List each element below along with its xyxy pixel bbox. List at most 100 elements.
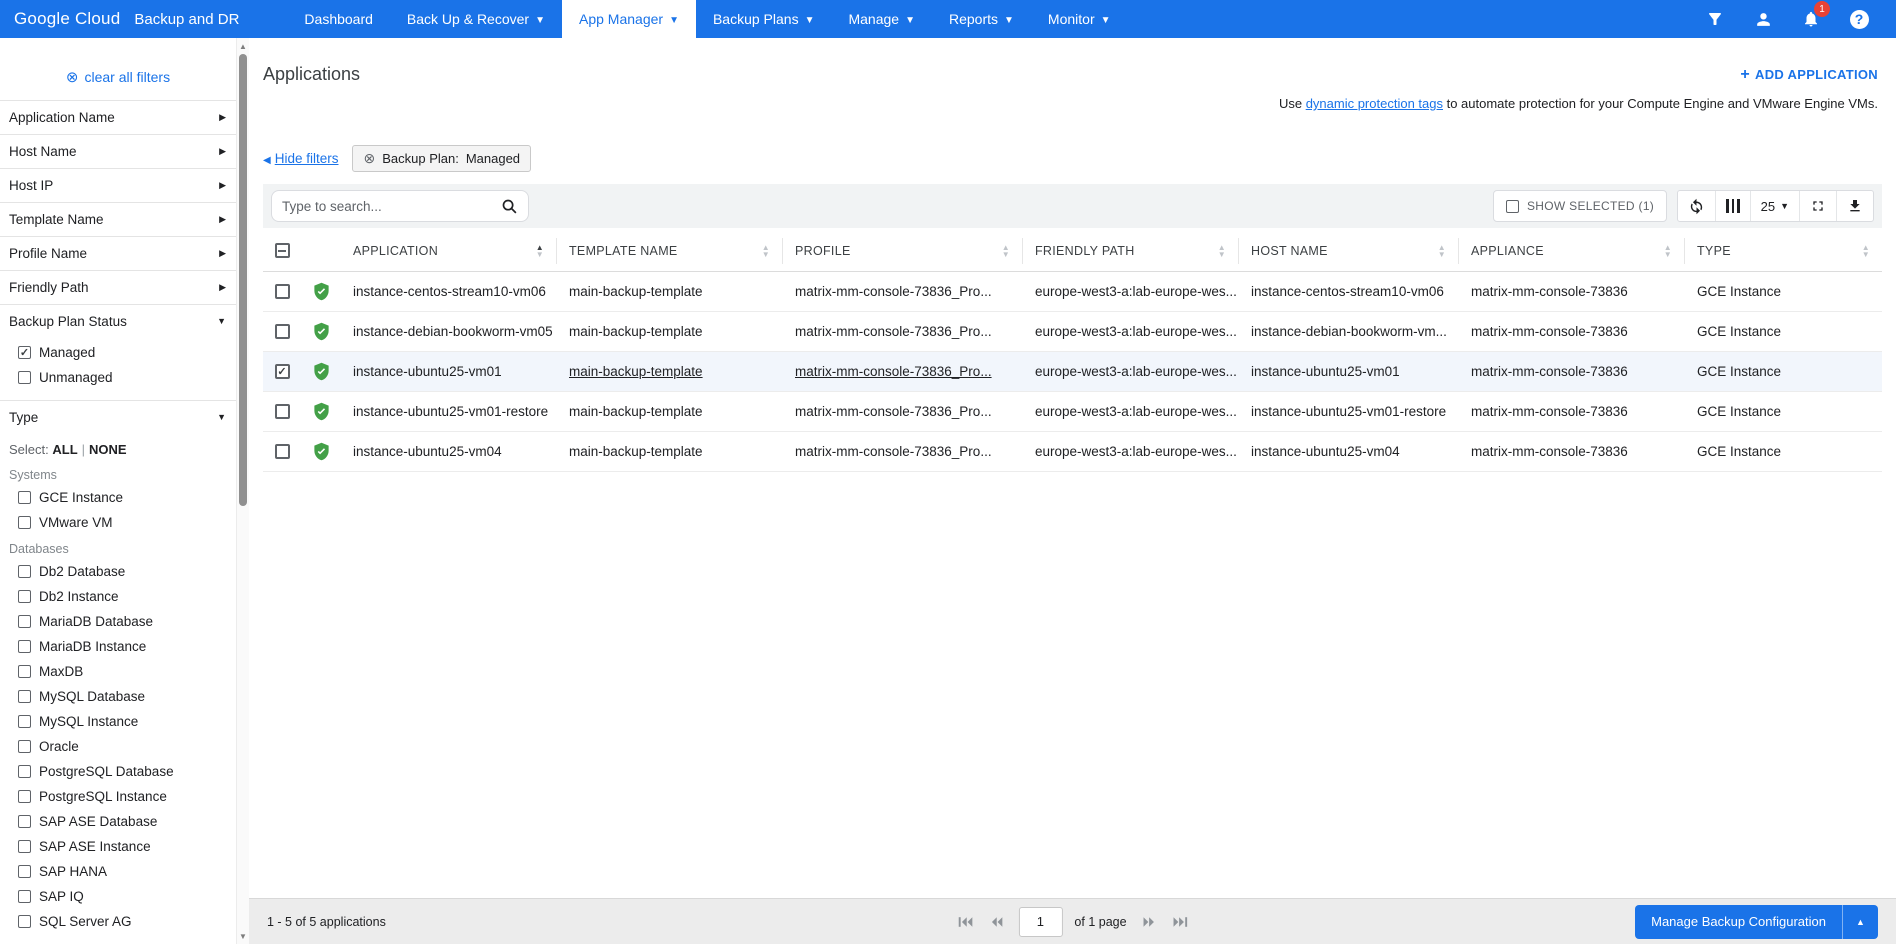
sort-icons[interactable]: ▲▼ [752,244,770,258]
checkbox-sql-server-ag[interactable]: SQL Server AG [0,909,236,934]
show-selected-button[interactable]: SHOW SELECTED (1) [1493,190,1667,222]
sort-icons[interactable]: ▲▼ [1852,244,1870,258]
sidebar-filter-host-ip[interactable]: Host IP [0,168,236,202]
first-page-icon[interactable] [954,911,976,933]
table-row[interactable]: instance-centos-stream10-vm06 main-backu… [263,272,1882,312]
sidebar-filter-host-name[interactable]: Host Name [0,134,236,168]
checkbox-mariadb-database[interactable]: MariaDB Database [0,609,236,634]
column-header-friendly-path[interactable]: FRIENDLY PATH▲▼ [1023,238,1239,264]
sidebar-filter-friendly-path[interactable]: Friendly Path [0,270,236,304]
unmanaged-checkbox[interactable] [18,371,31,384]
sort-icons[interactable]: ▲▼ [526,244,544,258]
nav-item-reports[interactable]: Reports [932,0,1031,38]
next-page-icon[interactable] [1139,911,1161,933]
add-application-button[interactable]: +ADD APPLICATION [1740,66,1878,84]
table-row[interactable]: instance-ubuntu25-vm01-restore main-back… [263,392,1882,432]
checkbox-sap-hana[interactable]: SAP HANA [0,859,236,884]
row-checkbox[interactable] [275,364,290,379]
notifications-icon[interactable]: 1 [1800,8,1822,30]
checkbox-sap-iq[interactable]: SAP IQ [0,884,236,909]
column-header-profile[interactable]: PROFILE▲▼ [783,238,1023,264]
sidebar-filter-template-name[interactable]: Template Name [0,202,236,236]
last-page-icon[interactable] [1169,911,1191,933]
checkbox-oracle[interactable]: Oracle [0,734,236,759]
search-input[interactable] [282,199,501,214]
row-checkbox[interactable] [275,324,290,339]
manage-backup-configuration-button[interactable]: Manage Backup Configuration [1635,905,1878,939]
search-icon[interactable] [501,198,518,215]
help-icon[interactable]: ? [1848,8,1870,30]
select-all-link[interactable]: ALL [52,442,77,457]
clear-all-filters-button[interactable]: clear all filters [0,68,236,86]
checkbox-db2-database[interactable]: Db2 Database [0,559,236,584]
profile-link[interactable]: matrix-mm-console-73836_Pro... [795,364,992,379]
nav-item-backup-plans[interactable]: Backup Plans [696,0,832,38]
filter-icon[interactable] [1704,8,1726,30]
search-box[interactable] [271,190,529,222]
checkbox-postgresql-database[interactable]: PostgreSQL Database [0,759,236,784]
checkbox-mysql-database[interactable]: MySQL Database [0,684,236,709]
show-selected-checkbox[interactable] [1506,200,1519,213]
scrollbar-thumb[interactable] [239,54,247,506]
sidebar-filter-application-name[interactable]: Application Name [0,100,236,134]
row-checkbox[interactable] [275,404,290,419]
checkbox-managed[interactable]: Managed [0,340,236,365]
page-number-input[interactable] [1018,907,1062,937]
page-size-select[interactable]: 25 [1750,191,1799,221]
template-cell: main-backup-template [557,404,783,419]
sort-icons[interactable]: ▲▼ [1654,244,1672,258]
user-icon[interactable] [1752,8,1774,30]
checkbox-db2-instance[interactable]: Db2 Instance [0,584,236,609]
table-row[interactable]: instance-ubuntu25-vm04 main-backup-templ… [263,432,1882,472]
download-icon[interactable] [1836,191,1873,221]
scroll-up-arrow[interactable] [237,39,249,53]
column-header-application[interactable]: APPLICATION▲▼ [341,238,557,264]
nav-item-manage[interactable]: Manage [831,0,932,38]
checkbox-maxdb[interactable]: MaxDB [0,659,236,684]
type-group-systems: Systems [0,461,236,485]
checkbox-gce-instance[interactable]: GCE Instance [0,485,236,510]
column-header-template-name[interactable]: TEMPLATE NAME▲▼ [557,238,783,264]
backup-plan-filter-chip[interactable]: Backup Plan: Managed [352,145,531,172]
column-header-appliance[interactable]: APPLIANCE▲▼ [1459,238,1685,264]
columns-icon[interactable] [1715,191,1750,221]
checkbox-unmanaged[interactable]: Unmanaged [0,365,236,390]
checkbox-sap-ase-instance[interactable]: SAP ASE Instance [0,834,236,859]
sort-icons[interactable]: ▲▼ [1428,244,1446,258]
template-link[interactable]: main-backup-template [569,364,703,379]
scroll-down-arrow[interactable] [237,929,249,943]
table-row[interactable]: instance-debian-bookworm-vm05 main-backu… [263,312,1882,352]
select-all-checkbox-cell[interactable] [263,238,301,264]
plus-icon: + [1740,66,1750,83]
row-checkbox[interactable] [275,284,290,299]
table-row[interactable]: instance-ubuntu25-vm01 main-backup-templ… [263,352,1882,392]
sidebar-filter-type[interactable]: Type [0,400,236,434]
nav-item-dashboard[interactable]: Dashboard [287,0,390,38]
column-header-type[interactable]: TYPE▲▼ [1685,238,1882,264]
nav-item-monitor[interactable]: Monitor [1031,0,1128,38]
sidebar-filter-profile-name[interactable]: Profile Name [0,236,236,270]
sort-icons[interactable]: ▲▼ [992,244,1010,258]
nav-item-back-up-recover[interactable]: Back Up & Recover [390,0,562,38]
row-checkbox[interactable] [275,444,290,459]
select-all-checkbox[interactable] [275,243,290,258]
checkbox-postgresql-instance[interactable]: PostgreSQL Instance [0,784,236,809]
fullscreen-icon[interactable] [1799,191,1836,221]
checkbox-sap-ase-database[interactable]: SAP ASE Database [0,809,236,834]
sort-icons[interactable]: ▲▼ [1208,244,1226,258]
column-header-host-name[interactable]: HOST NAME▲▼ [1239,238,1459,264]
select-none-link[interactable]: NONE [89,442,127,457]
checkbox-mariadb-instance[interactable]: MariaDB Instance [0,634,236,659]
hide-filters-link[interactable]: Hide filters [263,151,338,166]
sidebar-scrollbar[interactable] [236,38,249,944]
checkbox-vmware-vm[interactable]: VMware VM [0,510,236,535]
dynamic-protection-tags-link[interactable]: dynamic protection tags [1306,96,1443,111]
remove-chip-icon[interactable] [363,150,375,167]
managed-checkbox[interactable] [18,346,31,359]
sidebar-filter-backup-plan-status[interactable]: Backup Plan Status [0,304,236,338]
chevron-up-icon[interactable] [1842,905,1878,939]
nav-item-app-manager[interactable]: App Manager [562,0,696,38]
refresh-icon[interactable] [1678,191,1715,221]
previous-page-icon[interactable] [984,911,1006,933]
checkbox-mysql-instance[interactable]: MySQL Instance [0,709,236,734]
